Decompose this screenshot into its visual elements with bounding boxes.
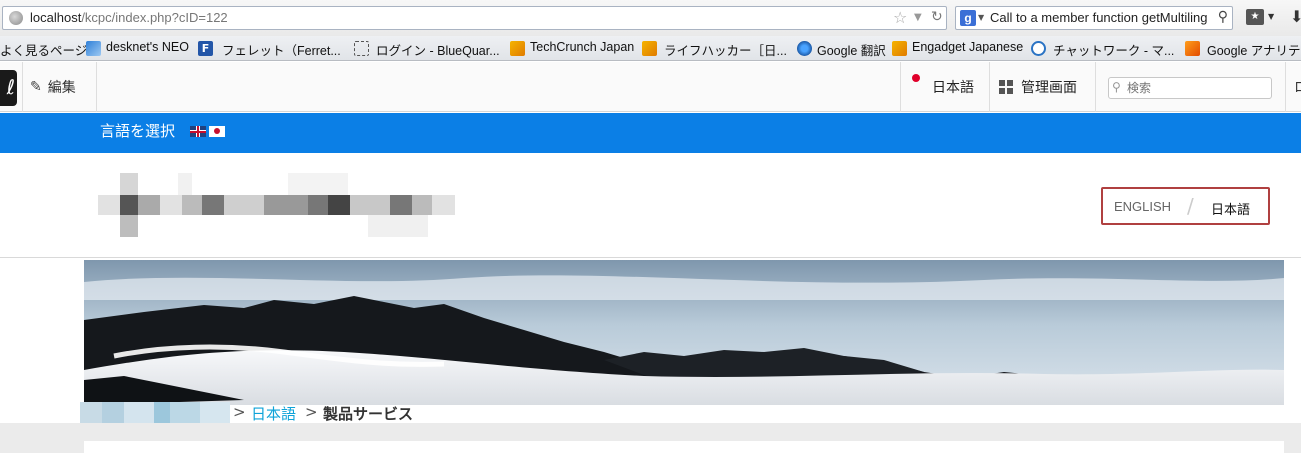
- content-panel: [84, 441, 1284, 453]
- rss-icon: [642, 41, 657, 56]
- bookmark-most-visited[interactable]: よく見るページ: [0, 40, 87, 59]
- language-switcher: ENGLISH / 日本語: [1101, 187, 1270, 225]
- browser-search-box[interactable]: g ▼ Call to a member function getMultili…: [955, 6, 1233, 30]
- hero-image: [84, 260, 1284, 405]
- bookmarks-bar: よく見るページ desknet's NEO F フェレット（Ferret... …: [0, 36, 1301, 61]
- bookmark-chatwork[interactable]: チャットワーク - マ...: [1053, 40, 1174, 59]
- breadcrumb-japanese-link[interactable]: 日本語: [251, 403, 296, 424]
- mountain-landscape-image: [84, 260, 1284, 405]
- star-icon[interactable]: ☆: [893, 8, 907, 27]
- site-header: ENGLISH / 日本語: [0, 153, 1301, 258]
- url-text: localhost/kcpc/index.php?cID=122: [30, 10, 228, 25]
- edit-button[interactable]: ✎ 編集: [30, 77, 76, 97]
- cms-logo[interactable]: ℓ: [0, 70, 17, 106]
- breadcrumb-separator: >: [233, 403, 246, 421]
- reload-icon[interactable]: ↻: [931, 9, 943, 25]
- browser-toolbar: localhost/kcpc/index.php?cID=122 ☆ ▼ ↻ g…: [0, 0, 1301, 36]
- lang-japanese-link[interactable]: 日本語: [1211, 199, 1250, 218]
- translate-icon: [797, 41, 812, 56]
- japan-flag-icon[interactable]: [209, 126, 225, 137]
- toolbar-right-item[interactable]: ロ: [1294, 77, 1301, 97]
- lang-english-link[interactable]: ENGLISH: [1114, 199, 1171, 214]
- url-host: localhost: [30, 10, 82, 25]
- globe-icon: [9, 11, 23, 25]
- ferret-icon: F: [198, 41, 213, 56]
- site-logo[interactable]: [98, 173, 455, 237]
- grid-icon: [999, 80, 1013, 94]
- google-search-engine-icon[interactable]: g: [960, 10, 976, 26]
- cms-toolbar: ℓ ✎ 編集 日本語 管理画面 ⚲ ロ: [0, 62, 1301, 112]
- bookmark-google-analytics[interactable]: Google アナリテ: [1207, 40, 1301, 59]
- rss-icon: [892, 41, 907, 56]
- language-select-label: 言語を選択: [100, 122, 176, 140]
- search-icon: ⚲: [1112, 80, 1121, 94]
- search-text[interactable]: Call to a member function getMultiling: [990, 10, 1208, 25]
- cms-search-input[interactable]: [1108, 77, 1272, 99]
- dashboard-label: 管理画面: [1021, 80, 1077, 96]
- blank-page-icon: [354, 41, 369, 56]
- dropdown-arrow-icon[interactable]: ▼: [914, 12, 922, 23]
- toolbar-divider: [1285, 62, 1286, 112]
- language-select-bar: 言語を選択: [0, 113, 1301, 153]
- bookmark-lifehacker[interactable]: ライフハッカー［日...: [664, 40, 787, 59]
- toolbar-divider: [900, 62, 901, 112]
- breadcrumb-separator: >: [305, 403, 318, 421]
- toolbar-divider: [96, 62, 97, 112]
- rss-icon: [510, 41, 525, 56]
- chatwork-icon: [1031, 41, 1046, 56]
- bookmark-ferret[interactable]: フェレット（Ferret...: [222, 40, 341, 59]
- search-engine-dropdown-icon[interactable]: ▼: [978, 13, 984, 22]
- bookmark-bluequartz[interactable]: ログイン - BlueQuar...: [376, 40, 500, 59]
- toolbar-divider: [989, 62, 990, 112]
- desknet-icon: [86, 41, 101, 56]
- uk-flag-icon[interactable]: [190, 126, 206, 137]
- pencil-icon: ✎: [30, 79, 42, 95]
- dashboard-button[interactable]: 管理画面: [999, 77, 1077, 97]
- bookmark-google-translate[interactable]: Google 翻訳: [817, 40, 886, 59]
- lang-separator: /: [1187, 194, 1194, 218]
- url-path: /kcpc/index.php?cID=122: [81, 10, 228, 25]
- bookmark-techcrunch[interactable]: TechCrunch Japan: [530, 40, 634, 54]
- edit-label: 編集: [47, 80, 76, 96]
- breadcrumb-current: 製品サービス: [323, 405, 414, 423]
- analytics-icon: [1185, 41, 1200, 56]
- toolbar-divider: [1095, 62, 1096, 112]
- bookmark-dropdown-icon[interactable]: ▼: [1268, 12, 1274, 21]
- language-button[interactable]: 日本語: [910, 74, 974, 97]
- japan-flag-icon: [910, 72, 926, 88]
- download-icon[interactable]: ⬇: [1290, 7, 1301, 26]
- bookmark-desknet[interactable]: desknet's NEO: [106, 40, 189, 54]
- toolbar-divider: [22, 62, 23, 112]
- bookmark-engadget[interactable]: Engadget Japanese: [912, 40, 1023, 54]
- search-icon[interactable]: ⚲: [1218, 9, 1228, 25]
- breadcrumb-root-link[interactable]: [80, 402, 230, 424]
- language-label: 日本語: [932, 80, 974, 96]
- bookmark-menu-icon[interactable]: ★: [1246, 9, 1264, 25]
- address-bar[interactable]: localhost/kcpc/index.php?cID=122 ☆ ▼ ↻: [2, 6, 947, 30]
